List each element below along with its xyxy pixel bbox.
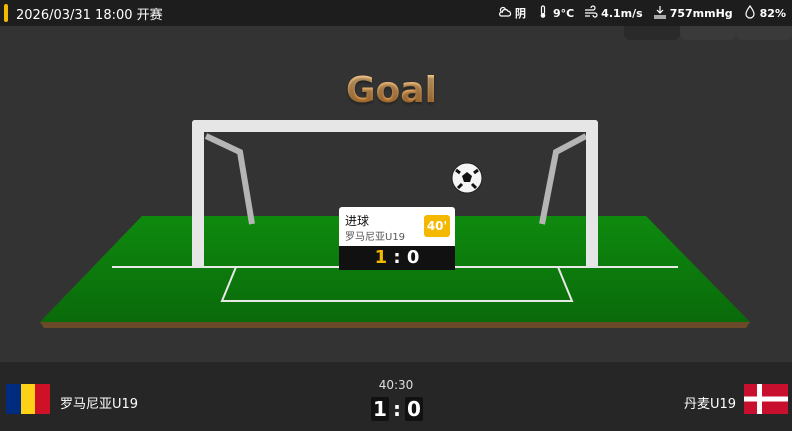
humidity-icon [743,4,757,22]
pressure-text: 757mmHg [669,6,733,20]
goal-right-post [586,120,598,268]
weather-info: 阴 9°C 4.1m/s 757mmHg 82% [498,0,786,26]
goal-event-card: 进球 罗马尼亚U19 40' 1 : 0 [339,207,455,273]
temperature: 9°C [536,4,575,22]
denmark-flag-icon [744,384,788,414]
scoreboard-bar: 罗马尼亚U19 40:30 1 : 0 丹麦U19 [0,362,792,431]
pressure-icon [653,5,667,22]
goal-left-post [192,120,204,268]
away-score: 0 [405,397,423,421]
goal-crossbar [192,120,598,132]
humidity: 82% [743,4,786,22]
match-datetime: 2026/03/31 18:00 开赛 [16,7,163,23]
football-icon [451,162,483,194]
match-animation-stage: Goal 进球 罗马尼亚U19 40' 1 : 0 [0,26,792,362]
event-away-score: 0 [406,247,420,268]
cloudy-icon [498,5,512,22]
home-score: 1 [371,397,389,421]
home-team-name: 罗马尼亚U19 [60,397,139,412]
match-clock: 40:30 [378,378,414,392]
event-home-score: 1 [374,247,388,268]
event-team: 罗马尼亚U19 [345,232,406,243]
away-team-name: 丹麦U19 [683,397,736,412]
wind-speed-text: 4.1m/s [601,6,643,20]
pitch-soil-edge [40,322,750,328]
event-score: 1 : 0 [339,246,455,270]
goal-back-right-support [539,133,588,225]
match-score: 1 : 0 [370,397,424,421]
event-title: Goal [346,70,437,111]
weather-condition: 阴 [498,5,526,22]
goal-back-left-support [204,133,255,225]
accent-marker [4,4,8,22]
wind-speed: 4.1m/s [584,4,643,22]
air-pressure: 757mmHg [653,5,733,22]
temperature-text: 9°C [552,6,575,20]
event-score-separator: : [393,247,401,268]
humidity-text: 82% [759,6,786,20]
event-minute-badge: 40' [424,215,450,237]
top-bar: 2026/03/31 18:00 开赛 阴 9°C 4.1m/s 757mmHg [0,0,792,26]
score-separator: : [393,397,401,421]
event-type: 进球 [345,214,370,228]
event-card-header: 进球 罗马尼亚U19 40' [339,207,455,246]
thermometer-icon [536,4,550,22]
wind-icon [584,4,598,22]
weather-condition-text: 阴 [514,7,526,20]
